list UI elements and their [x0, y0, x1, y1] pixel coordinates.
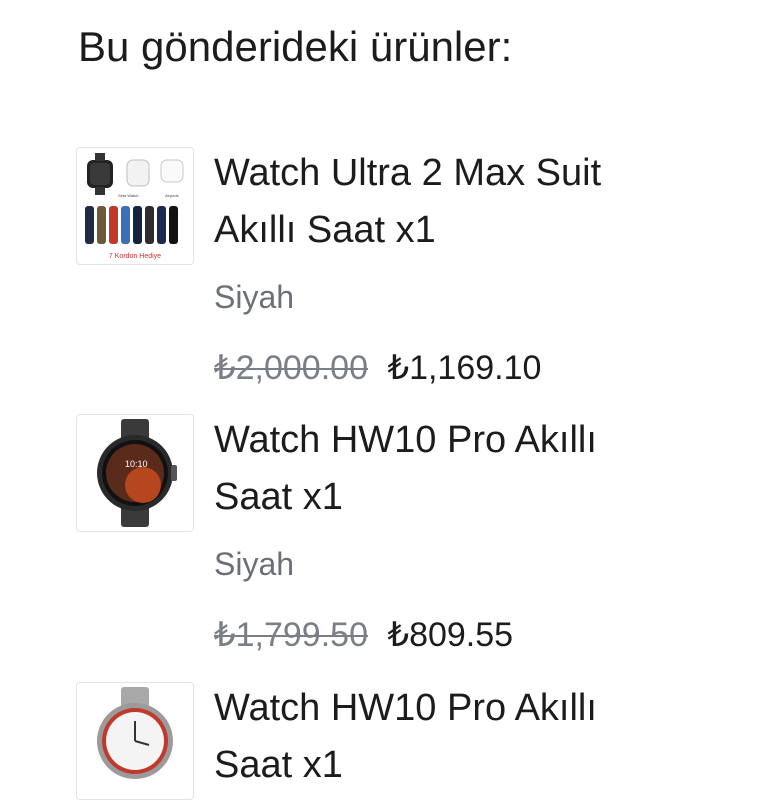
price-row: ₺1,799.50 ₺809.55 [214, 614, 513, 656]
product-name-line-2: Akıllı Saat x1 [214, 209, 436, 251]
thumb-label-watch: Seta Watch [118, 193, 139, 198]
price-row: ₺2,000.00 ₺1,169.10 [214, 347, 541, 389]
thumb-caption: 7 Kordon Hediye [109, 253, 161, 260]
current-price: ₺1,169.10 [387, 349, 542, 387]
product-name-line-1: Watch Ultra 2 Max Suit [214, 152, 602, 194]
thumb-label-airpods: Airpods [165, 193, 179, 198]
product-name-line-2: Saat x1 [214, 744, 343, 786]
product-name-line-1: Watch HW10 Pro Akıllı [214, 687, 597, 729]
old-price: ₺1,799.50 [214, 616, 368, 654]
product-variant: Siyah [214, 279, 295, 315]
product-variant: Siyah [214, 546, 295, 582]
current-price: ₺809.55 [387, 616, 514, 654]
watch-bundle-with-straps-icon: Seta Watch Airpods 7 Kordon Hediye [85, 153, 184, 260]
product-thumbnail[interactable]: 10:10 [76, 414, 194, 532]
product-thumbnail[interactable]: Seta Watch Airpods 7 Kordon Hediye [76, 147, 194, 265]
product-name[interactable]: Watch HW10 Pro Akıllı Saat x1 [214, 680, 644, 794]
product-name-line-2: Saat x1 [214, 476, 343, 518]
round-smartwatch-silver-icon [97, 687, 173, 779]
old-price: ₺2,000.00 [214, 349, 368, 387]
product-name[interactable]: Watch Ultra 2 Max Suit Akıllı Saat x1 [214, 145, 644, 259]
product-thumbnail[interactable] [76, 682, 194, 800]
round-smartwatch-black-icon: 10:10 [97, 419, 177, 527]
svg-text:10:10: 10:10 [125, 459, 148, 469]
section-title: Bu gönderideki ürünler: [78, 23, 513, 70]
product-name-line-1: Watch HW10 Pro Akıllı [214, 419, 597, 461]
product-name[interactable]: Watch HW10 Pro Akıllı Saat x1 [214, 412, 644, 526]
